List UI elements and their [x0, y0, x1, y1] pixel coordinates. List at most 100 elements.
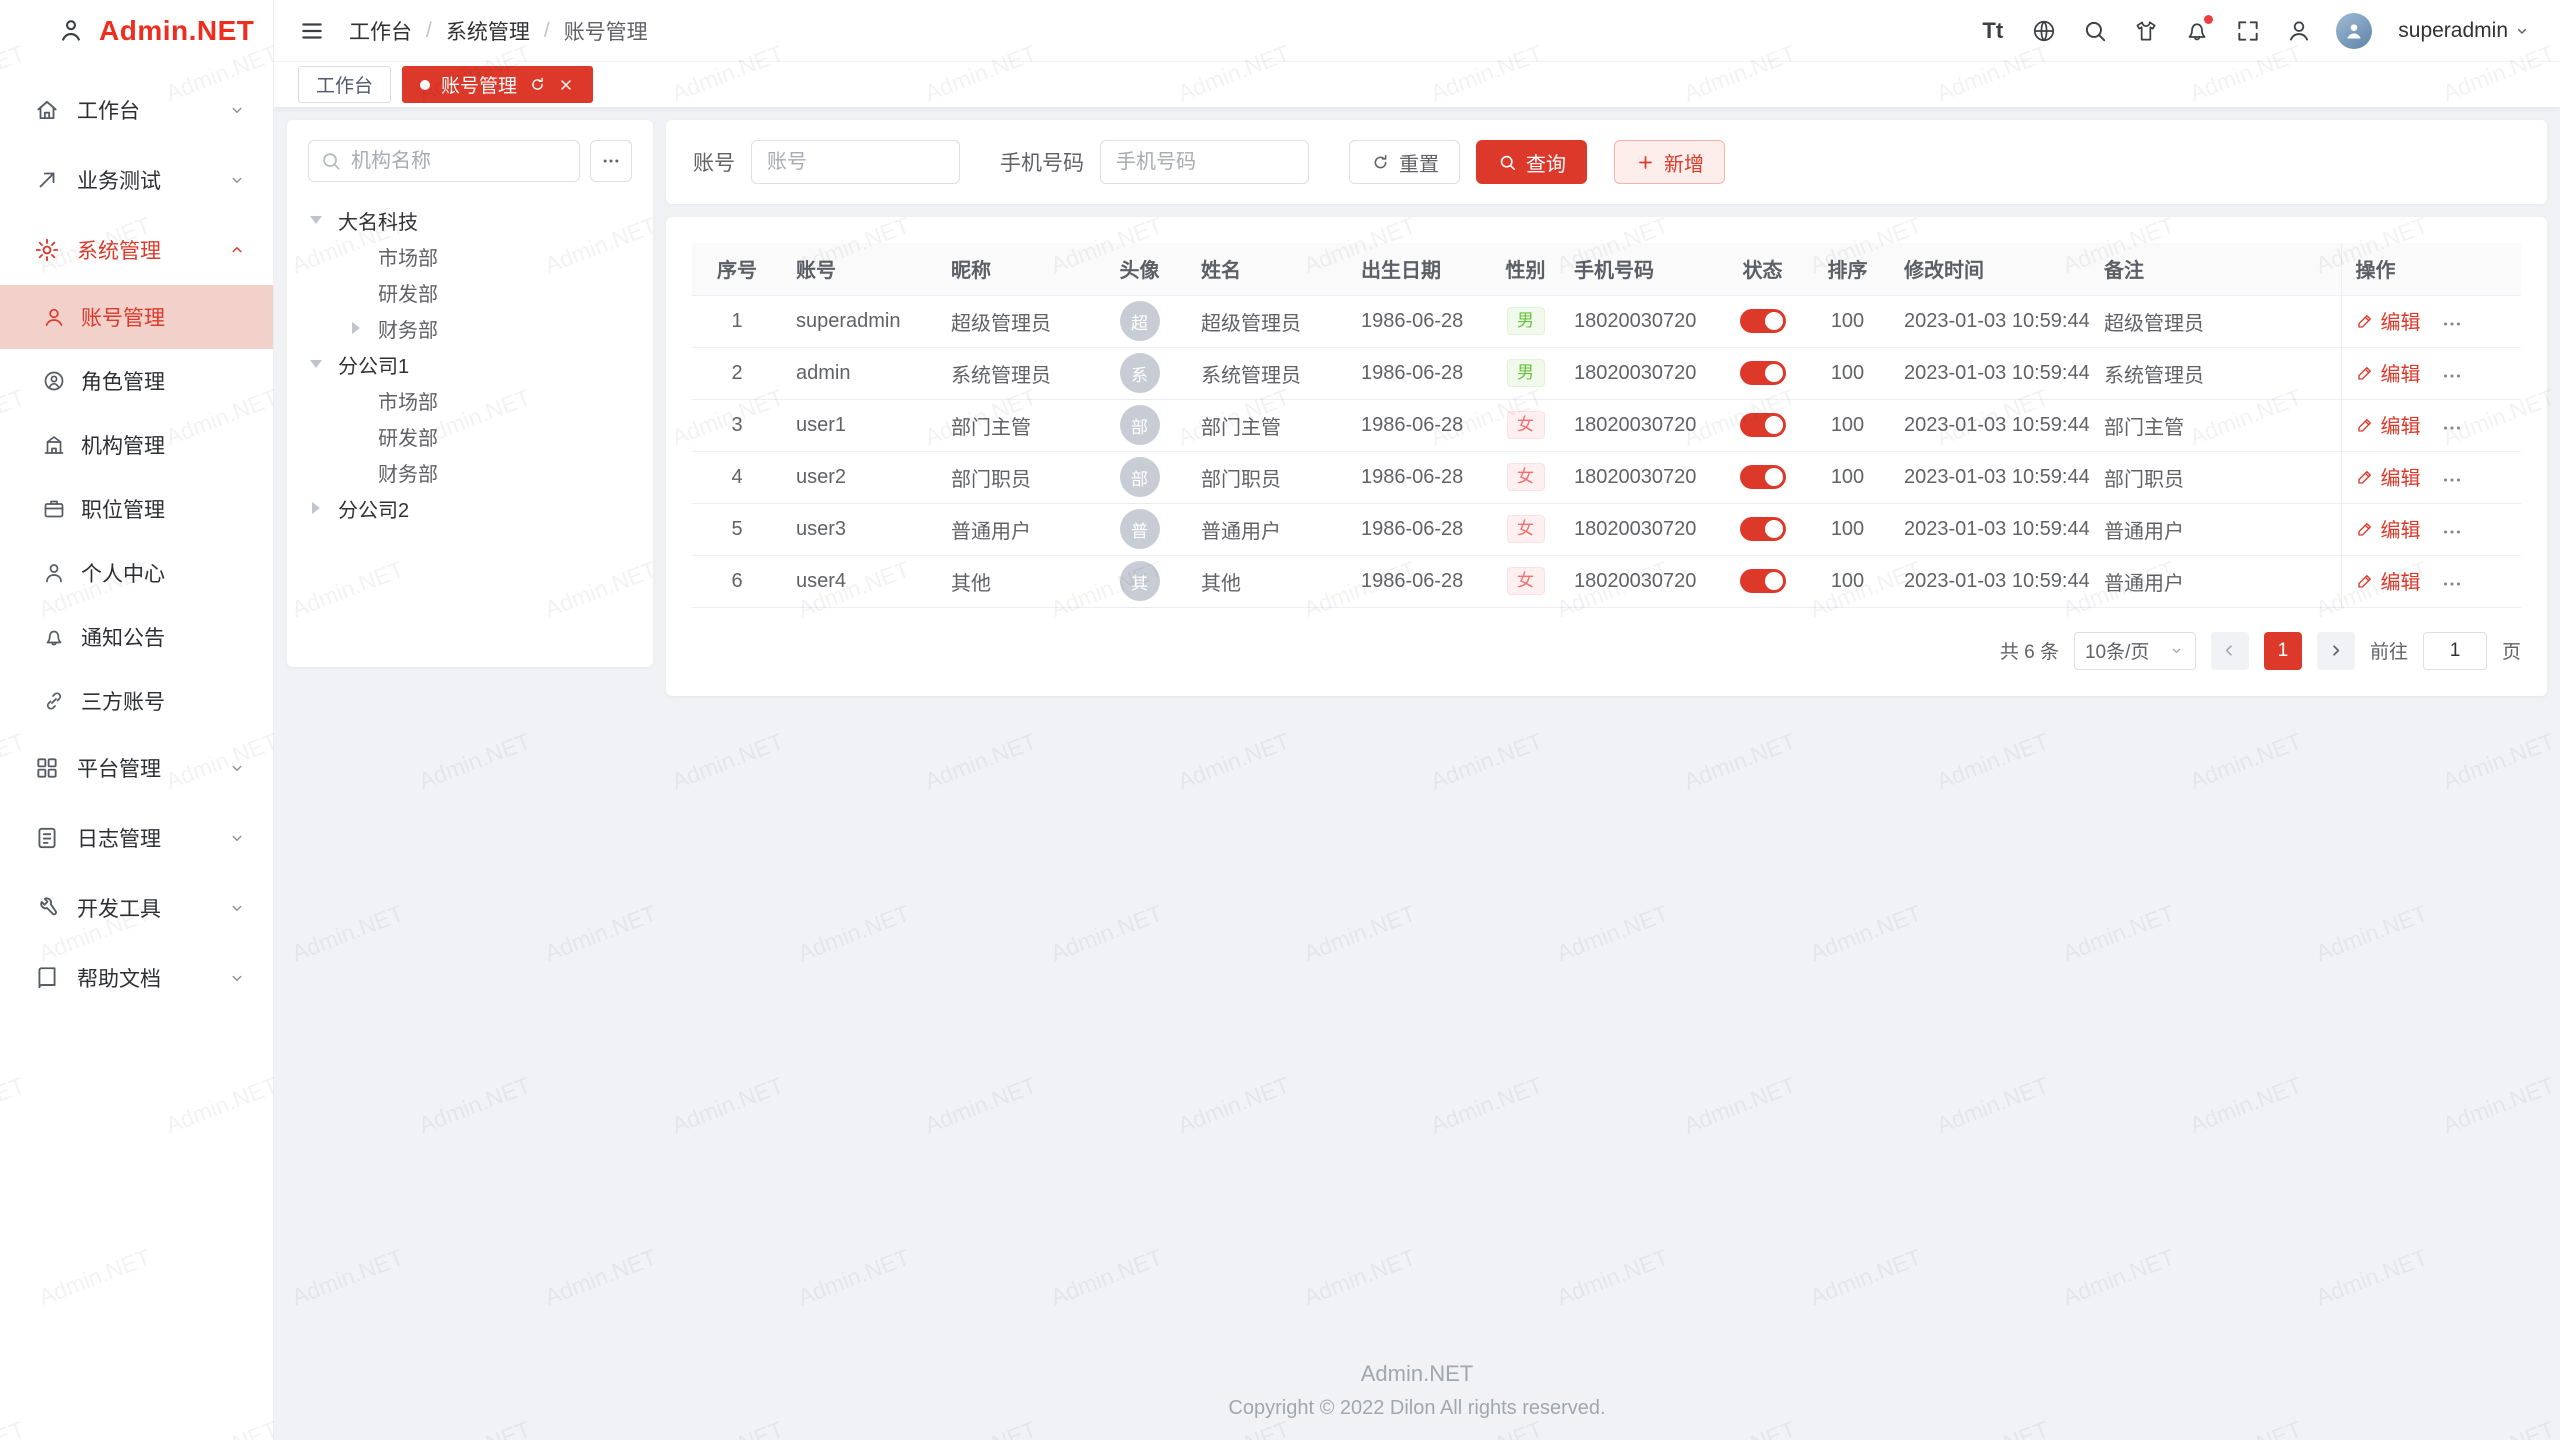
- sidebar-item-system-management[interactable]: 系统管理: [0, 215, 273, 285]
- cell-phone: 18020030720: [1560, 451, 1720, 503]
- ellipsis-icon: [601, 151, 621, 171]
- sidebar-item-org-management[interactable]: 机构管理: [0, 413, 273, 477]
- cell-account: user1: [782, 399, 937, 451]
- user-menu[interactable]: superadmin: [2398, 19, 2530, 43]
- cell-phone: 18020030720: [1560, 347, 1720, 399]
- more-actions-icon[interactable]: [2441, 365, 2463, 387]
- home-icon: [34, 97, 60, 123]
- edit-button[interactable]: 编辑: [2356, 358, 2421, 387]
- tree-node[interactable]: 分公司1: [308, 346, 632, 382]
- sidebar-item-notice[interactable]: 通知公告: [0, 605, 273, 669]
- sidebar-item-role-management[interactable]: 角色管理: [0, 349, 273, 413]
- close-icon[interactable]: [557, 76, 575, 94]
- sidebar-item-account-management[interactable]: 账号管理: [0, 285, 273, 349]
- status-toggle[interactable]: [1740, 465, 1786, 489]
- goto-page-input[interactable]: [2423, 632, 2487, 670]
- status-toggle[interactable]: [1740, 517, 1786, 541]
- org-tree: 大名科技 市场部 研发部 财务部 分公司1 市场部 研发部 财务部 分公司2: [308, 202, 632, 526]
- chevron-down-icon: [227, 170, 247, 190]
- status-toggle[interactable]: [1740, 413, 1786, 437]
- sidebar-item-platform-management[interactable]: 平台管理: [0, 733, 273, 803]
- tree-node[interactable]: 市场部: [308, 382, 632, 418]
- more-actions-icon[interactable]: [2441, 469, 2463, 491]
- next-page-button[interactable]: [2317, 632, 2355, 670]
- edit-button[interactable]: 编辑: [2356, 462, 2421, 491]
- tree-node[interactable]: 研发部: [308, 418, 632, 454]
- cell-modified: 2023-01-03 10:59:44: [1890, 295, 2090, 347]
- sidebar-item-label: 机构管理: [81, 430, 273, 460]
- chevron-down-icon: [227, 898, 247, 918]
- language-icon[interactable]: [2030, 17, 2057, 44]
- breadcrumb-item[interactable]: 工作台: [349, 16, 412, 46]
- sidebar-item-personal-center[interactable]: 个人中心: [0, 541, 273, 605]
- refresh-icon[interactable]: [528, 76, 546, 94]
- status-toggle[interactable]: [1740, 569, 1786, 593]
- more-actions-icon[interactable]: [2441, 313, 2463, 335]
- tree-node[interactable]: 大名科技: [308, 202, 632, 238]
- tree-node-label: 分公司2: [338, 494, 409, 523]
- tree-node[interactable]: 财务部: [308, 454, 632, 490]
- tab-account-management[interactable]: 账号管理: [402, 66, 593, 103]
- search-button[interactable]: 查询: [1476, 140, 1587, 184]
- sidebar-item-dev-tools[interactable]: 开发工具: [0, 873, 273, 943]
- sidebar-item-third-party-account[interactable]: 三方账号: [0, 669, 273, 733]
- document-icon: [34, 825, 60, 851]
- fullscreen-icon[interactable]: [2234, 17, 2261, 44]
- search-icon[interactable]: [2081, 17, 2108, 44]
- caret-icon[interactable]: [352, 322, 378, 334]
- gender-tag: 女: [1507, 515, 1545, 543]
- breadcrumb-item[interactable]: 系统管理: [446, 16, 530, 46]
- account-input[interactable]: [751, 140, 960, 184]
- caret-icon[interactable]: [312, 358, 338, 370]
- more-actions-icon[interactable]: [2441, 573, 2463, 595]
- cell-remark: 普通用户: [2090, 503, 2341, 555]
- page-number-button[interactable]: 1: [2264, 632, 2302, 670]
- user-center-icon[interactable]: [2285, 17, 2312, 44]
- avatar[interactable]: [2336, 13, 2372, 49]
- avatar: 其: [1120, 561, 1160, 601]
- sidebar-item-label: 平台管理: [77, 753, 227, 783]
- org-search-input[interactable]: [308, 140, 580, 182]
- prev-page-button[interactable]: [2211, 632, 2249, 670]
- logo[interactable]: Admin.NET: [0, 0, 273, 61]
- table-row: 1 superadmin 超级管理员 超 超级管理员 1986-06-28 男 …: [692, 295, 2521, 347]
- edit-icon: [2356, 364, 2374, 382]
- font-size-icon[interactable]: Tt: [1979, 17, 2006, 44]
- reset-button[interactable]: 重置: [1349, 140, 1460, 184]
- sidebar-item-log-management[interactable]: 日志管理: [0, 803, 273, 873]
- edit-button[interactable]: 编辑: [2356, 410, 2421, 439]
- tree-node[interactable]: 市场部: [308, 238, 632, 274]
- org-tree-panel: 大名科技 市场部 研发部 财务部 分公司1 市场部 研发部 财务部 分公司2: [287, 120, 653, 667]
- sidebar-item-position-management[interactable]: 职位管理: [0, 477, 273, 541]
- page-size-select[interactable]: 10条/页: [2074, 632, 2196, 670]
- edit-button[interactable]: 编辑: [2356, 306, 2421, 335]
- cell-remark: 部门职员: [2090, 451, 2341, 503]
- tree-node[interactable]: 分公司2: [308, 490, 632, 526]
- cell-phone: 18020030720: [1560, 399, 1720, 451]
- caret-icon[interactable]: [312, 214, 338, 226]
- status-toggle[interactable]: [1740, 361, 1786, 385]
- avatar: 部: [1120, 405, 1160, 445]
- more-actions-icon[interactable]: [2441, 417, 2463, 439]
- caret-icon[interactable]: [312, 502, 338, 514]
- edit-button[interactable]: 编辑: [2356, 566, 2421, 595]
- more-actions-icon[interactable]: [2441, 521, 2463, 543]
- hamburger-icon[interactable]: [298, 17, 325, 44]
- sidebar-item-business-test[interactable]: 业务测试: [0, 145, 273, 215]
- tree-more-button[interactable]: [590, 140, 632, 182]
- col-header-nickname: 昵称: [937, 243, 1092, 295]
- phone-input[interactable]: [1100, 140, 1309, 184]
- sidebar-item-workbench[interactable]: 工作台: [0, 75, 273, 145]
- edit-button[interactable]: 编辑: [2356, 514, 2421, 543]
- notification-icon[interactable]: [2183, 17, 2210, 44]
- username-label: superadmin: [2398, 19, 2508, 43]
- theme-icon[interactable]: [2132, 17, 2159, 44]
- add-button[interactable]: 新增: [1614, 140, 1725, 184]
- cell-remark: 普通用户: [2090, 555, 2341, 607]
- tab-workbench[interactable]: 工作台: [298, 66, 391, 103]
- status-toggle[interactable]: [1740, 309, 1786, 333]
- cell-phone: 18020030720: [1560, 295, 1720, 347]
- tree-node[interactable]: 研发部: [308, 274, 632, 310]
- sidebar-item-help-docs[interactable]: 帮助文档: [0, 943, 273, 1013]
- tree-node[interactable]: 财务部: [308, 310, 632, 346]
